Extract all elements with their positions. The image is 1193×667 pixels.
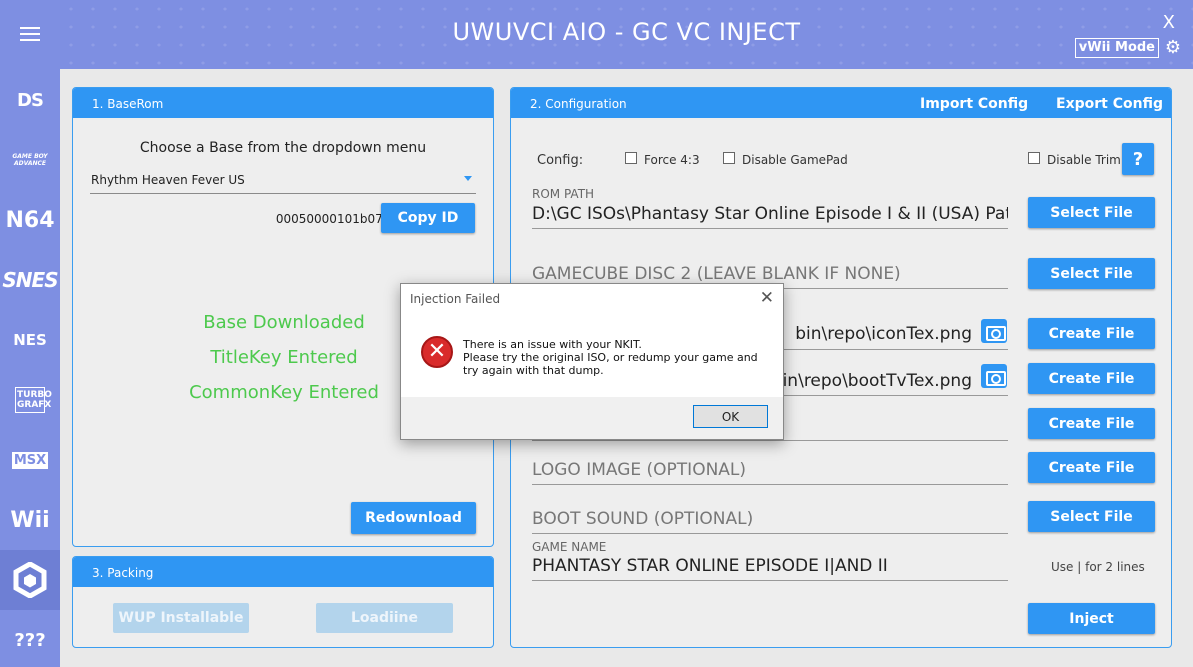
sidebar-item-msx[interactable]: MSX (0, 430, 60, 490)
logo-image-input[interactable]: LOGO IMAGE (OPTIONAL) (532, 460, 746, 480)
sidebar-item-turbografx[interactable]: TURBO GRAFX (0, 370, 60, 430)
import-config-button[interactable]: Import Config (920, 96, 1028, 112)
title-bar: UWUVCI AIO - GC VC INJECT X vWii Mode ⚙ (60, 0, 1193, 69)
disable-gamepad-label: Disable GamePad (742, 153, 848, 167)
sidebar-item-gamecube[interactable] (0, 550, 60, 610)
create-drc-button[interactable]: Create File (1028, 408, 1155, 439)
error-icon: ✕ (421, 336, 453, 368)
boot-sound-underline (532, 533, 1008, 534)
sidebar-item-wii[interactable]: Wii (0, 490, 60, 550)
inject-button[interactable]: Inject (1028, 603, 1155, 634)
status-commonkey: CommonKey Entered (189, 382, 379, 403)
loadiine-button[interactable]: Loadiine (316, 603, 453, 633)
injection-failed-dialog: Injection Failed ✕ ✕ There is an issue w… (400, 283, 784, 440)
game-name-label: GAME NAME (532, 540, 607, 554)
status-base-downloaded: Base Downloaded (203, 312, 365, 333)
create-tv-button[interactable]: Create File (1028, 363, 1155, 394)
create-icon-button[interactable]: Create File (1028, 318, 1155, 349)
console-sidebar: DS GAME BOY ADVANCE N64 SNES NES TURBO G… (0, 0, 60, 667)
config-label: Config: (537, 153, 584, 168)
export-config-button[interactable]: Export Config (1056, 96, 1163, 112)
sidebar-item-ds[interactable]: DS (0, 70, 60, 130)
dialog-message: There is an issue with your NKIT. Please… (463, 338, 758, 377)
select-disc2-button[interactable]: Select File (1028, 258, 1155, 289)
status-titlekey: TitleKey Entered (210, 347, 358, 368)
hamburger-icon[interactable] (20, 27, 40, 45)
logo-image-underline (532, 484, 1008, 485)
base-dropdown-value: Rhythm Heaven Fever US (91, 173, 245, 187)
lines-hint: Use | for 2 lines (1051, 560, 1145, 574)
help-button[interactable]: ? (1122, 143, 1154, 175)
ok-button[interactable]: OK (693, 405, 768, 428)
sidebar-item-gba[interactable]: GAME BOY ADVANCE (0, 130, 60, 190)
copy-id-button[interactable]: Copy ID (381, 203, 475, 233)
force43-checkbox[interactable] (625, 152, 637, 164)
sidebar-item-unknown[interactable]: ??? (0, 610, 60, 667)
dialog-footer: OK (401, 397, 783, 439)
dialog-title: Injection Failed (410, 292, 501, 306)
app-title: UWUVCI AIO - GC VC INJECT (452, 18, 801, 46)
select-rom-button[interactable]: Select File (1028, 197, 1155, 228)
packing-panel: 3. Packing WUP Installable Loadiine (72, 556, 494, 648)
base-dropdown[interactable]: Rhythm Heaven Fever US (90, 166, 476, 194)
vwii-mode-button[interactable]: vWii Mode (1074, 38, 1159, 58)
chevron-down-icon (464, 176, 472, 181)
camera-icon[interactable] (981, 319, 1007, 343)
disable-trim-label: Disable Trim (1047, 153, 1121, 167)
boot-sound-input[interactable]: BOOT SOUND (OPTIONAL) (532, 509, 753, 529)
gear-icon[interactable]: ⚙ (1165, 37, 1181, 58)
disable-trim-checkbox[interactable] (1028, 152, 1040, 164)
choose-base-label: Choose a Base from the dropdown menu (139, 140, 427, 156)
rom-path-underline (532, 228, 1008, 229)
close-icon[interactable]: X (1163, 12, 1175, 33)
game-name-underline (532, 580, 1008, 581)
packing-header: 3. Packing (73, 557, 493, 587)
select-boot-sound-button[interactable]: Select File (1028, 501, 1155, 532)
camera-icon[interactable] (981, 364, 1007, 388)
configuration-header: 2. Configuration Import Config Export Co… (511, 88, 1171, 118)
drc-image-underline (532, 440, 1008, 441)
disable-gamepad-checkbox[interactable] (723, 152, 735, 164)
force43-label: Force 4:3 (644, 153, 700, 167)
disc2-input[interactable]: GAMECUBE DISC 2 (LEAVE BLANK IF NONE) (532, 264, 901, 284)
baserom-header: 1. BaseRom (73, 88, 493, 118)
rom-path-label: ROM PATH (532, 187, 595, 201)
close-icon[interactable]: ✕ (760, 288, 774, 308)
gamecube-icon (13, 562, 47, 598)
rom-path-input[interactable]: D:\GC ISOs\Phantasy Star Online Episode … (532, 204, 1008, 224)
create-logo-button[interactable]: Create File (1028, 452, 1155, 483)
title-id: 00050000101b0700 (275, 212, 398, 226)
sidebar-item-snes[interactable]: SNES (0, 250, 60, 310)
sidebar-item-n64[interactable]: N64 (0, 190, 60, 250)
redownload-button[interactable]: Redownload (351, 502, 476, 534)
game-name-input[interactable]: PHANTASY STAR ONLINE EPISODE I|AND II (532, 556, 1008, 576)
wup-installable-button[interactable]: WUP Installable (113, 603, 249, 633)
sidebar-item-nes[interactable]: NES (0, 310, 60, 370)
